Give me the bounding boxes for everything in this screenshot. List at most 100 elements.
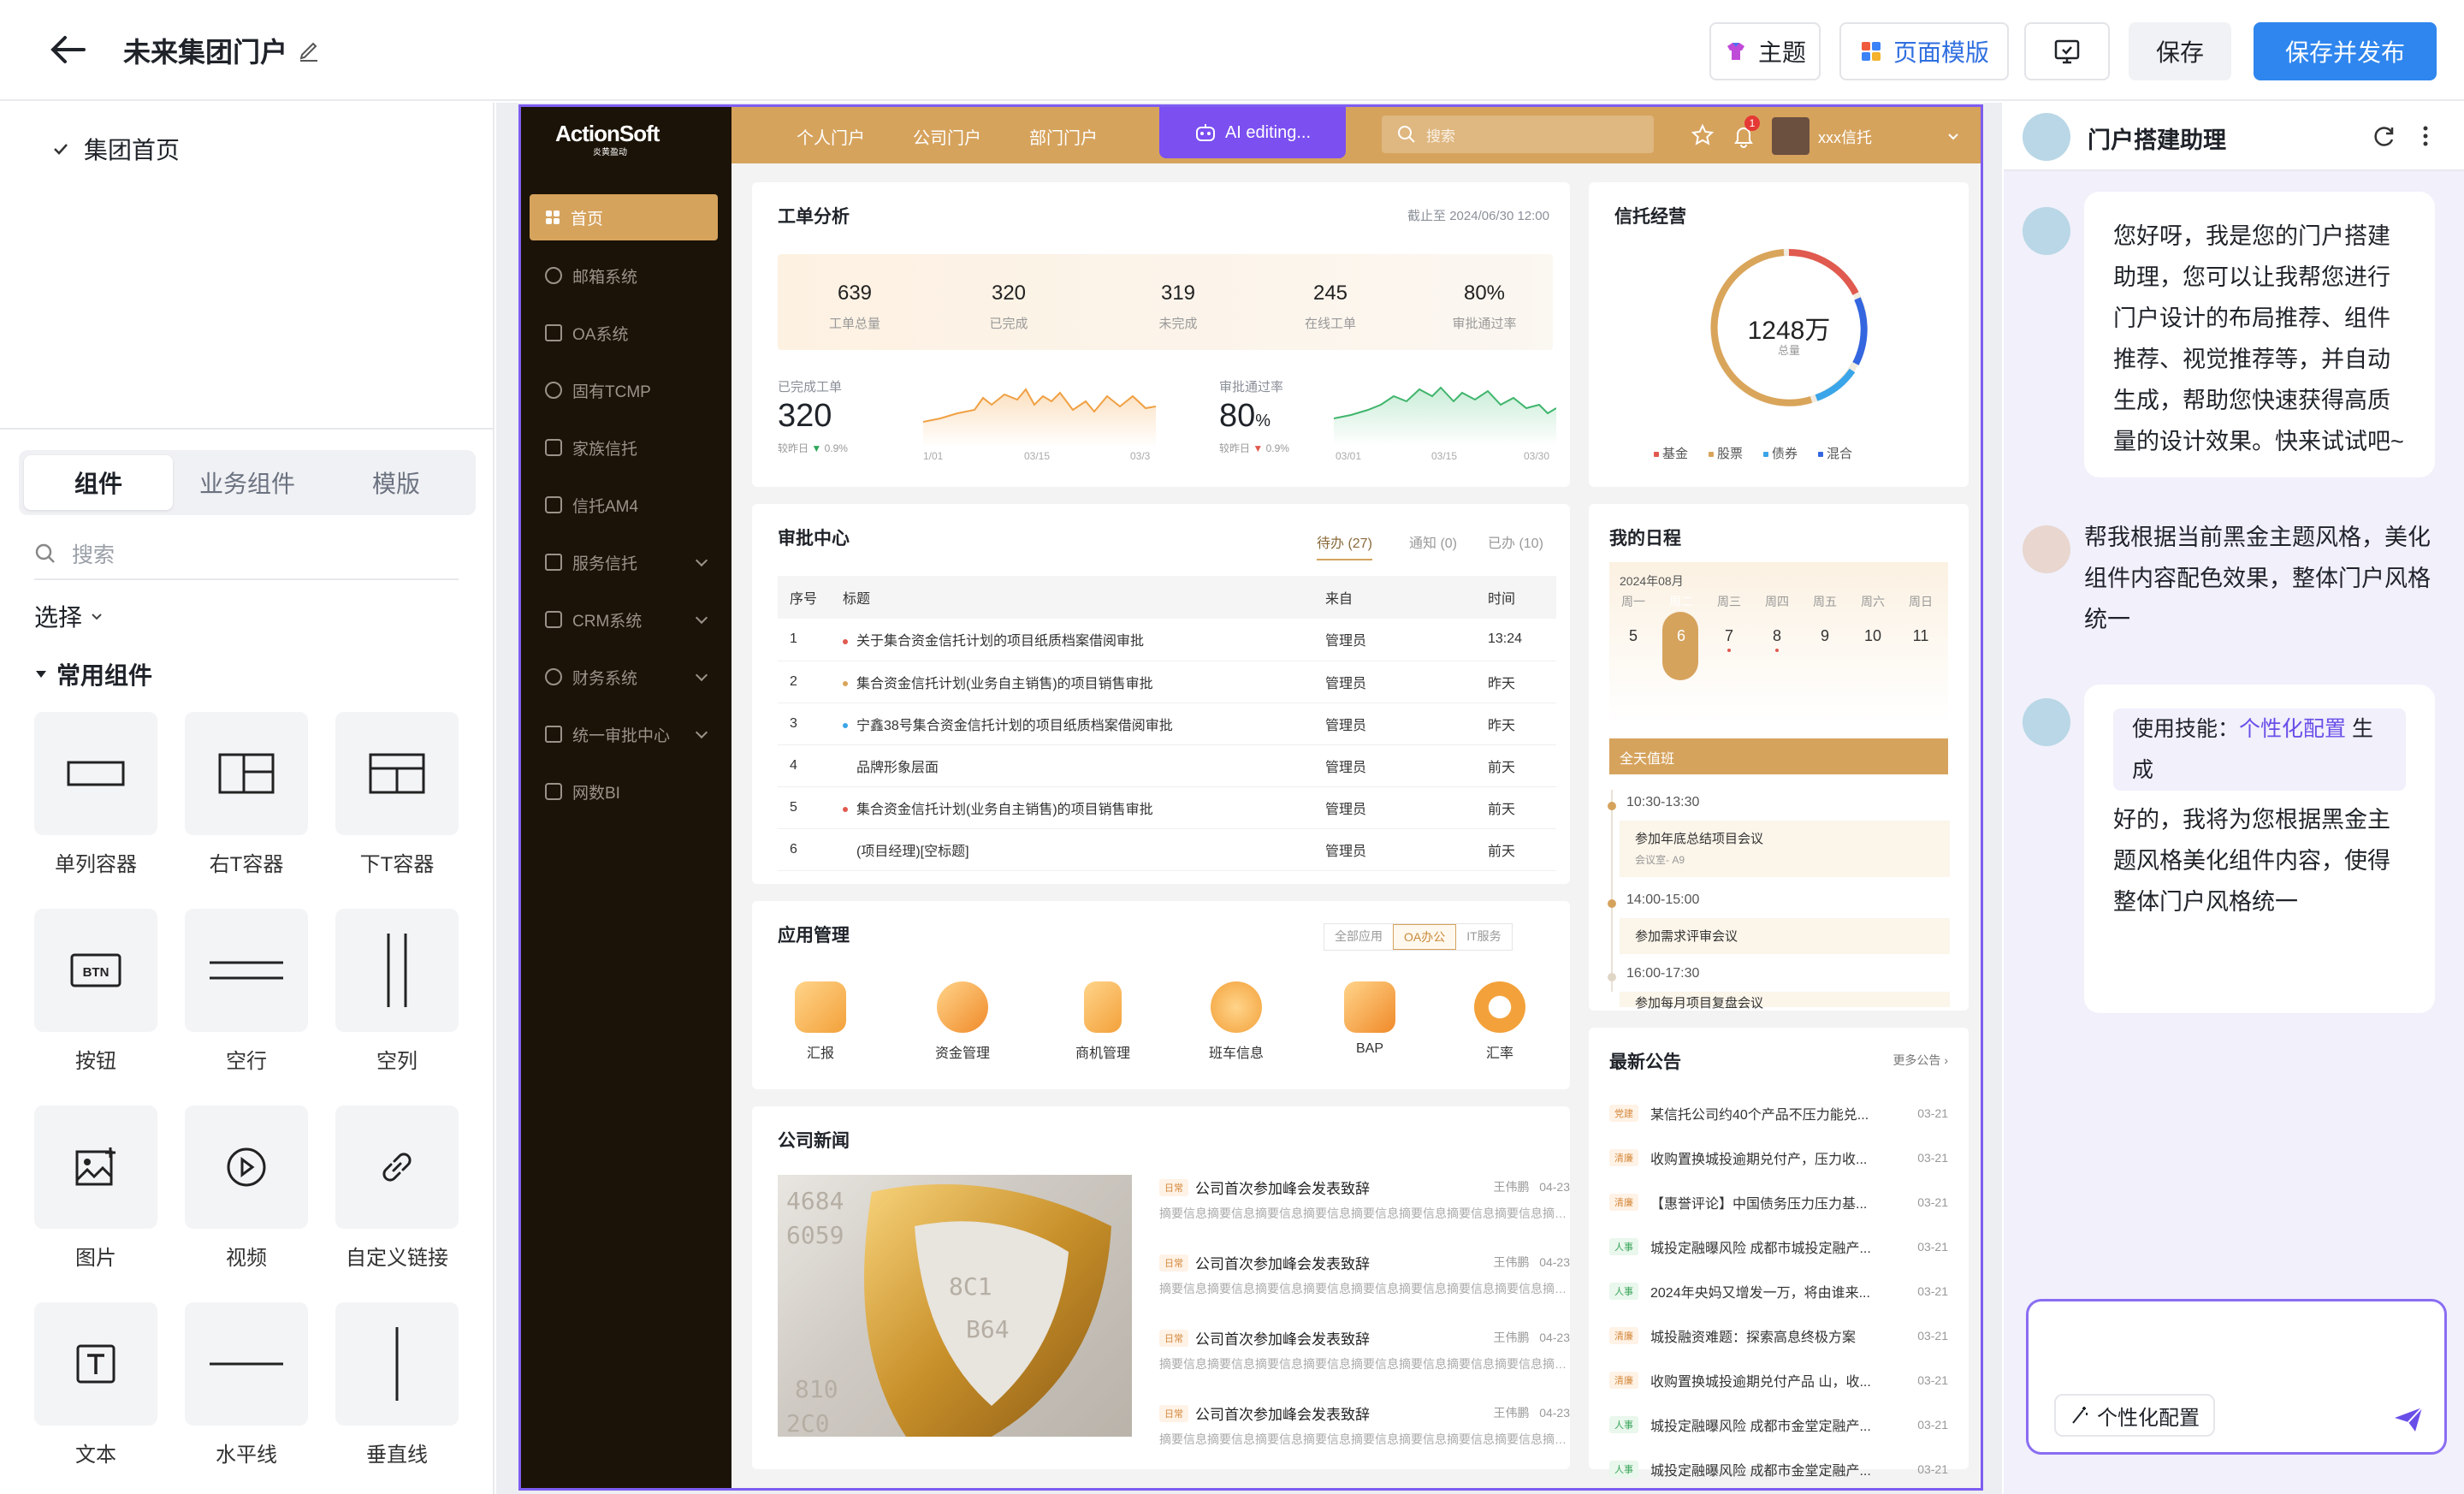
app-shuttle[interactable]: 班车信息 — [1185, 981, 1288, 1062]
nav-company[interactable]: 公司门户 — [913, 124, 981, 149]
component-empty-row[interactable]: 空行 — [185, 909, 308, 1074]
app-opportunity[interactable]: 商机管理 — [1051, 981, 1154, 1062]
refresh-icon[interactable] — [2372, 123, 2397, 149]
component-video[interactable]: 视频 — [185, 1106, 308, 1271]
component-empty-column[interactable]: 空列 — [335, 909, 459, 1074]
save-and-publish-button[interactable]: 保存并发布 — [2254, 22, 2437, 80]
calendar-day[interactable]: 周五 9 — [1801, 593, 1849, 645]
news-item[interactable]: 日常 公司首次参加峰会发表致辞 王伟鹏 04-23 摘要信息摘要信息摘要信息摘要信… — [1159, 1327, 1570, 1372]
table-row[interactable]: 5 集合资金信托计划(业务自主销售)的项目销售审批 管理员 前天 — [778, 786, 1556, 829]
news-item[interactable]: 日常 公司首次参加峰会发表致辞 王伟鹏 04-23 摘要信息摘要信息摘要信息摘要信… — [1159, 1252, 1570, 1297]
calendar-day[interactable]: 周六 10 — [1849, 593, 1897, 645]
row-title[interactable]: 品牌形象层面 — [831, 744, 1313, 787]
calendar-day[interactable]: 周一 5 — [1609, 593, 1657, 645]
tab-done[interactable]: 已办 (10) — [1488, 531, 1543, 552]
sidebar-item-crm[interactable]: CRM系统 — [530, 596, 718, 643]
event-item[interactable]: 参加需求评审会议 — [1620, 918, 1950, 954]
chevron-down-icon[interactable] — [1946, 129, 1960, 143]
theme-button[interactable]: 主题 — [1709, 22, 1821, 80]
announcement-item[interactable]: 人事 城投定融曝风险 成都市城投定融产... 03-21 — [1609, 1226, 1948, 1267]
app-exchange-rate[interactable]: 汇率 — [1448, 981, 1551, 1062]
news-cover-image[interactable]: 4684 6059 810 2C0 8C1 B64 — [778, 1175, 1132, 1437]
news-item[interactable]: 日常 公司首次参加峰会发表致辞 王伟鹏 04-23 摘要信息摘要信息摘要信息摘要信… — [1159, 1177, 1570, 1222]
announcement-item[interactable]: 清廉 城投融资难题：探索高息终极方案 03-21 — [1609, 1315, 1948, 1356]
row-title[interactable]: 宁鑫38号集合资金信托计划的项目纸质档案借阅审批 — [831, 703, 1313, 745]
select-dropdown[interactable]: 选择 — [34, 599, 104, 633]
chat-input[interactable]: 个性化配置 — [2026, 1299, 2447, 1455]
sidebar-item-bi[interactable]: 网数BI — [530, 768, 718, 815]
tab-templates[interactable]: 模版 — [322, 455, 471, 510]
app-report[interactable]: 汇报 — [769, 981, 872, 1062]
app-bap[interactable]: BAP — [1318, 981, 1421, 1057]
page-template-button[interactable]: 页面模版 — [1839, 22, 2009, 80]
common-components-group[interactable]: 常用组件 — [34, 657, 152, 691]
portal-preview[interactable]: ActionSoft 炎黄盈动 首页 邮箱系统 OA系统 固有TCMP 家族信托… — [518, 104, 1983, 1491]
row-title[interactable]: 关于集合资金信托计划的项目纸质档案借阅审批 — [831, 619, 1313, 661]
sidebar-item-tcmp[interactable]: 固有TCMP — [530, 367, 718, 413]
edit-pencil-icon[interactable] — [296, 38, 322, 63]
tab-notice[interactable]: 通知 (0) — [1409, 531, 1457, 552]
sidebar-item-approval-center[interactable]: 统一审批中心 — [530, 711, 718, 757]
event-item[interactable]: 参加年底总结项目会议 会议室- A9 — [1620, 821, 1950, 877]
row-title[interactable]: (项目经理)[空标题] — [831, 828, 1313, 871]
event-item[interactable]: 参加每月项目复盘会议 — [1620, 992, 1950, 1011]
app-tab-it[interactable]: IT服务 — [1456, 924, 1511, 950]
calendar-day[interactable]: 周三 7 — [1705, 593, 1753, 652]
app-tab-all[interactable]: 全部应用 — [1324, 924, 1393, 950]
announcement-item[interactable]: 清廉 收购置换城投逾期兑付产品 山，收... 03-21 — [1609, 1360, 1948, 1401]
table-row[interactable]: 1 关于集合资金信托计划的项目纸质档案借阅审批 管理员 13:24 — [778, 619, 1556, 661]
sidebar-item-finance[interactable]: 财务系统 — [530, 654, 718, 700]
component-text[interactable]: 文本 — [34, 1302, 157, 1467]
sidebar-item-home[interactable]: 首页 — [530, 194, 718, 240]
sidebar-item-oa[interactable]: OA系统 — [530, 310, 718, 356]
calendar-day[interactable]: 周四 8 — [1753, 593, 1801, 652]
table-row[interactable]: 4 品牌形象层面 管理员 前天 — [778, 744, 1556, 787]
announcement-item[interactable]: 清廉 收购置换城投逾期兑付产，压力收... 03-21 — [1609, 1137, 1948, 1178]
nav-department[interactable]: 部门门户 — [1029, 124, 1098, 149]
tab-business-components[interactable]: 业务组件 — [173, 455, 322, 510]
news-item[interactable]: 日常 公司首次参加峰会发表致辞 王伟鹏 04-23 摘要信息摘要信息摘要信息摘要信… — [1159, 1402, 1570, 1448]
app-tab-oa[interactable]: OA办公 — [1393, 924, 1457, 950]
save-button[interactable]: 保存 — [2129, 22, 2231, 80]
component-search[interactable]: 搜索 — [34, 529, 459, 580]
component-image[interactable]: 图片 — [34, 1106, 157, 1271]
app-funds[interactable]: 资金管理 — [911, 981, 1014, 1062]
preview-button[interactable] — [2024, 22, 2110, 80]
row-title[interactable]: 集合资金信托计划(业务自主销售)的项目销售审批 — [831, 661, 1313, 703]
sidebar-item-mail[interactable]: 邮箱系统 — [530, 252, 718, 299]
back-arrow-icon[interactable] — [44, 26, 92, 74]
component-bottom-t[interactable]: 下T容器 — [335, 712, 459, 877]
more-vertical-icon[interactable] — [2420, 123, 2431, 149]
table-row[interactable]: 2 集合资金信托计划(业务自主销售)的项目销售审批 管理员 昨天 — [778, 661, 1556, 703]
announcement-item[interactable]: 党建 某信托公司约40个产品不压力能兑... 03-21 — [1609, 1093, 1948, 1134]
calendar-day[interactable]: 周日 11 — [1897, 593, 1945, 645]
announcement-item[interactable]: 人事 城投定融曝风险 成都市金堂定融产... 03-21 — [1609, 1404, 1948, 1445]
component-horizontal-line[interactable]: 水平线 — [185, 1302, 308, 1467]
table-row[interactable]: 3 宁鑫38号集合资金信托计划的项目纸质档案借阅审批 管理员 昨天 — [778, 703, 1556, 745]
sidebar-item-service-trust[interactable]: 服务信托 — [530, 539, 718, 585]
user-name[interactable]: xxx信托 — [1818, 126, 1872, 148]
component-button[interactable]: BTN 按钮 — [34, 909, 157, 1074]
announcement-item[interactable]: 人事 城投定融曝风险 成都市金堂定融产... 03-21 — [1609, 1449, 1948, 1488]
table-row[interactable]: 6 (项目经理)[空标题] 管理员 前天 — [778, 828, 1556, 871]
announcement-item[interactable]: 人事 2024年央妈又增发一万，将由谁来... 03-21 — [1609, 1271, 1948, 1312]
announcement-item[interactable]: 清廉 【惠誉评论】中国债务压力压力基... 03-21 — [1609, 1182, 1948, 1223]
row-title[interactable]: 集合资金信托计划(业务自主销售)的项目销售审批 — [831, 786, 1313, 829]
tab-pending[interactable]: 待办 (27) — [1317, 531, 1372, 560]
portal-search[interactable]: 搜索 — [1382, 116, 1654, 153]
component-right-t[interactable]: 右T容器 — [185, 712, 308, 877]
send-icon[interactable] — [2393, 1406, 2424, 1433]
sidebar-item-am4[interactable]: 信托AM4 — [530, 482, 718, 528]
calendar-day[interactable]: 周二 6 — [1657, 593, 1705, 645]
component-vertical-line[interactable]: 垂直线 — [335, 1302, 459, 1467]
component-custom-link[interactable]: 自定义链接 — [335, 1106, 459, 1271]
page-tree-node[interactable]: 集团首页 — [51, 132, 180, 166]
star-icon[interactable] — [1691, 124, 1714, 146]
more-announcements-link[interactable]: 更多公告 › — [1892, 1052, 1948, 1069]
component-single-column[interactable]: 单列容器 — [34, 712, 157, 877]
skill-chip[interactable]: 个性化配置 — [2054, 1394, 2215, 1437]
nav-personal[interactable]: 个人门户 — [797, 124, 865, 149]
user-avatar[interactable] — [1772, 117, 1810, 155]
tab-components[interactable]: 组件 — [24, 455, 173, 510]
sidebar-item-family-trust[interactable]: 家族信托 — [530, 424, 718, 471]
